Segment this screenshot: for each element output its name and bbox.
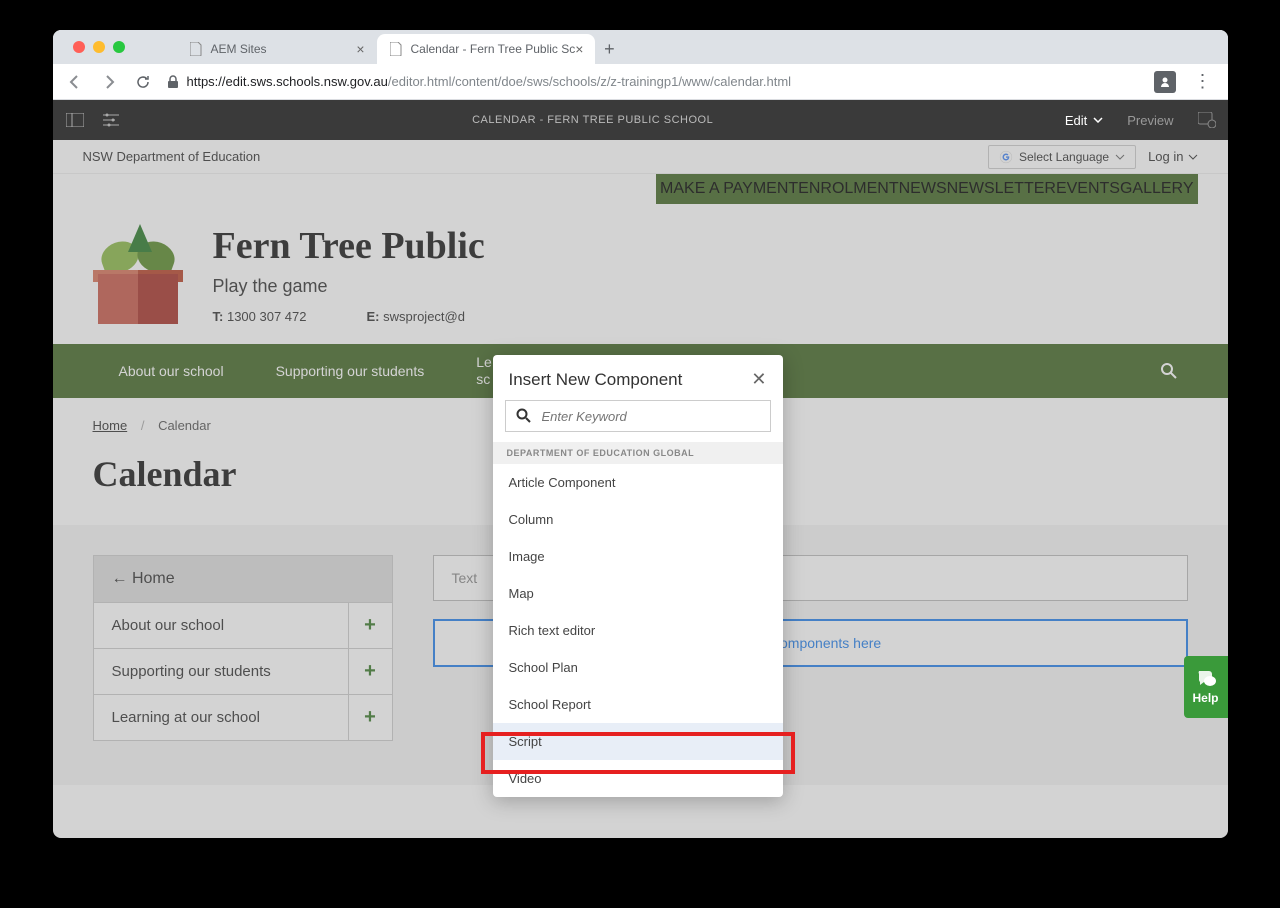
- school-header: Fern Tree Public Play the game T: 1300 3…: [53, 204, 1228, 344]
- close-window-button[interactable]: [73, 41, 85, 53]
- component-option-image[interactable]: Image: [493, 538, 783, 575]
- url-host: edit.sws.schools.nsw.gov.au: [226, 74, 388, 89]
- nav-about[interactable]: About our school: [93, 363, 250, 379]
- side-panel-icon[interactable]: [65, 110, 85, 130]
- file-icon: [389, 42, 403, 56]
- chat-icon: [1195, 669, 1217, 689]
- tabs-container: AEM Sites × Calendar - Fern Tree Public …: [177, 34, 624, 64]
- component-option-script[interactable]: Script: [493, 723, 783, 760]
- expand-icon[interactable]: +: [348, 695, 392, 740]
- component-option-column[interactable]: Column: [493, 501, 783, 538]
- utility-nav: MAKE A PAYMENT ENROLMENT NEWS NEWSLETTER…: [656, 174, 1197, 204]
- tab-bar: AEM Sites × Calendar - Fern Tree Public …: [53, 30, 1228, 64]
- dept-header: NSW Department of Education Select Langu…: [53, 140, 1228, 174]
- help-button[interactable]: Help: [1184, 656, 1228, 718]
- minimize-window-button[interactable]: [93, 41, 105, 53]
- component-option-rich-text-editor[interactable]: Rich text editor: [493, 612, 783, 649]
- nav-events[interactable]: EVENTS: [1056, 180, 1120, 198]
- tab-aem-sites[interactable]: AEM Sites ×: [177, 34, 377, 64]
- component-option-school-report[interactable]: School Report: [493, 686, 783, 723]
- language-selector[interactable]: Select Language: [988, 145, 1136, 169]
- maximize-window-button[interactable]: [113, 41, 125, 53]
- school-email: E: swsproject@d: [367, 309, 465, 324]
- chevron-down-icon: [1093, 117, 1103, 123]
- chevron-down-icon: [1188, 154, 1198, 160]
- modal-title: Insert New Component: [509, 370, 683, 390]
- close-icon[interactable]: ✕: [751, 369, 766, 390]
- school-name: Fern Tree Public: [213, 224, 485, 268]
- login-link[interactable]: Log in: [1148, 149, 1197, 164]
- google-icon: [999, 150, 1013, 164]
- search-input[interactable]: [542, 409, 760, 424]
- school-tagline: Play the game: [213, 276, 485, 297]
- nav-newsletter[interactable]: NEWSLETTER: [947, 180, 1056, 198]
- extension-icon[interactable]: [1154, 71, 1176, 93]
- nav-enrolment[interactable]: ENROLMENT: [798, 180, 898, 198]
- file-icon: [189, 42, 203, 56]
- nav-payment[interactable]: MAKE A PAYMENT: [660, 180, 798, 198]
- edit-mode-dropdown[interactable]: Edit: [1065, 113, 1103, 128]
- url-bar: https://edit.sws.schools.nsw.gov.au/edit…: [53, 64, 1228, 100]
- close-icon[interactable]: ×: [575, 41, 583, 57]
- modal-group-label: DEPARTMENT OF EDUCATION GLOBAL: [493, 442, 783, 464]
- school-logo: [93, 224, 183, 324]
- component-option-video[interactable]: Video: [493, 760, 783, 797]
- browser-window: AEM Sites × Calendar - Fern Tree Public …: [53, 30, 1228, 838]
- chevron-down-icon: [1115, 154, 1125, 160]
- tab-title: AEM Sites: [211, 42, 267, 56]
- sidebar-item-supporting[interactable]: Supporting our students +: [93, 649, 393, 695]
- nav-supporting[interactable]: Supporting our students: [250, 363, 451, 380]
- nav-gallery[interactable]: GALLERY: [1120, 180, 1194, 198]
- back-button[interactable]: [65, 72, 85, 92]
- modal-items-list: Article ComponentColumnImageMapRich text…: [493, 464, 783, 797]
- annotate-icon[interactable]: [1198, 112, 1216, 128]
- tab-title: Calendar - Fern Tree Public Sc: [411, 42, 576, 56]
- preview-button[interactable]: Preview: [1127, 113, 1173, 128]
- sidebar-nav: Home About our school + Supporting our s…: [93, 555, 393, 755]
- component-option-article-component[interactable]: Article Component: [493, 464, 783, 501]
- school-phone: T: 1300 307 472: [213, 309, 307, 324]
- reload-button[interactable]: [133, 72, 153, 92]
- sidebar-home[interactable]: Home: [93, 555, 393, 603]
- component-option-school-plan[interactable]: School Plan: [493, 649, 783, 686]
- expand-icon[interactable]: +: [348, 603, 392, 648]
- breadcrumb-home[interactable]: Home: [93, 418, 128, 433]
- new-tab-button[interactable]: +: [595, 35, 623, 63]
- close-icon[interactable]: ×: [356, 41, 364, 57]
- browser-menu-button[interactable]: ⋮: [1190, 71, 1216, 92]
- lock-icon: [167, 75, 179, 89]
- url-field[interactable]: https://edit.sws.schools.nsw.gov.au/edit…: [167, 74, 1140, 89]
- url-path: /editor.html/content/doe/sws/schools/z/z…: [388, 74, 791, 89]
- search-icon: [516, 408, 532, 424]
- aem-toolbar: CALENDAR - FERN TREE PUBLIC SCHOOL Edit …: [53, 100, 1228, 140]
- forward-button[interactable]: [99, 72, 119, 92]
- traffic-lights: [61, 41, 137, 53]
- modal-search[interactable]: [505, 400, 771, 432]
- insert-component-modal: Insert New Component ✕ DEPARTMENT OF EDU…: [493, 355, 783, 797]
- sidebar-item-learning[interactable]: Learning at our school +: [93, 695, 393, 741]
- expand-icon[interactable]: +: [348, 649, 392, 694]
- tab-calendar[interactable]: Calendar - Fern Tree Public Sc ×: [377, 34, 596, 64]
- sidebar-item-about[interactable]: About our school +: [93, 603, 393, 649]
- aem-page-title: CALENDAR - FERN TREE PUBLIC SCHOOL: [121, 114, 1065, 126]
- component-option-map[interactable]: Map: [493, 575, 783, 612]
- nav-news[interactable]: NEWS: [899, 180, 947, 198]
- breadcrumb-current: Calendar: [158, 418, 211, 433]
- dept-name: NSW Department of Education: [83, 149, 261, 164]
- search-icon[interactable]: [1160, 362, 1188, 380]
- page-info-icon[interactable]: [101, 110, 121, 130]
